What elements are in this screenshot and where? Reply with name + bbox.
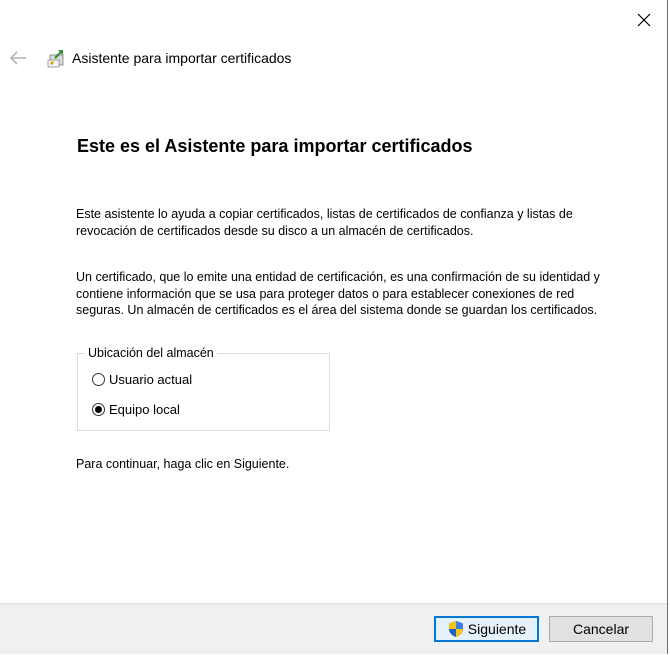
uac-shield-icon: [448, 621, 463, 637]
wizard-header: Asistente para importar certificados: [0, 44, 667, 74]
page-title: Este es el Asistente para importar certi…: [77, 136, 473, 156]
next-button[interactable]: Siguiente: [434, 616, 539, 642]
back-arrow-icon[interactable]: [9, 50, 27, 66]
radio-button-selected[interactable]: [92, 403, 105, 416]
next-button-label: Siguiente: [467, 621, 527, 637]
radio-local-machine[interactable]: Equipo local: [92, 402, 180, 417]
radio-current-user[interactable]: Usuario actual: [92, 372, 192, 387]
close-button[interactable]: [629, 6, 659, 34]
cancel-button-label: Cancelar: [572, 621, 630, 637]
radio-label: Usuario actual: [109, 372, 193, 387]
window-title: Asistente para importar certificados: [72, 50, 292, 66]
button-bar: Siguiente Cancelar: [0, 603, 667, 654]
intro-paragraph: Este asistente lo ayuda a copiar certifi…: [76, 207, 573, 238]
radio-label: Equipo local: [109, 402, 180, 417]
certificate-import-icon: [47, 50, 64, 68]
store-location-legend: Ubicación del almacén: [85, 346, 217, 360]
continue-instruction: Para continuar, haga clic en Siguiente.: [76, 457, 290, 471]
store-location-group: Ubicación del almacén Usuario actual Equ…: [77, 346, 330, 431]
description-paragraph: Un certificado, que lo emite una entidad…: [76, 270, 600, 317]
close-icon: [637, 13, 651, 27]
wizard-window: Asistente para importar certificados Est…: [0, 0, 668, 654]
radio-button[interactable]: [92, 373, 105, 386]
cancel-button[interactable]: Cancelar: [549, 616, 653, 642]
